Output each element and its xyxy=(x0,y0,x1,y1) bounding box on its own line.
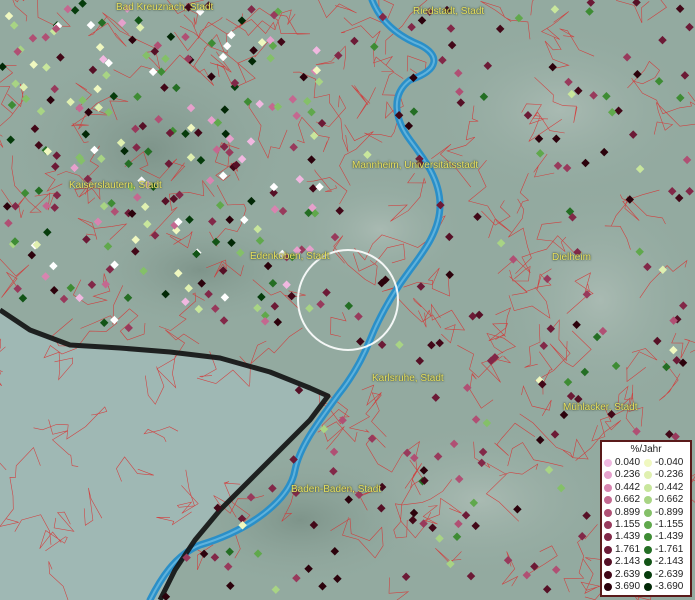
city-label-baden-baden: Baden-Baden, Stadt xyxy=(291,484,382,495)
legend-value: 0.899 xyxy=(615,506,641,518)
city-label-bad-kreuznach: Bad Kreuznach, Stadt xyxy=(116,2,214,13)
legend-swatch xyxy=(644,545,652,554)
legend-value: -1.155 xyxy=(655,519,684,530)
legend-value: -0.662 xyxy=(655,494,684,506)
legend-swatch xyxy=(604,570,612,579)
legend-value: -1.761 xyxy=(655,543,684,555)
city-label-edenkoben: Edenkoben, Stadt xyxy=(250,251,330,262)
legend-swatch xyxy=(604,583,612,591)
legend-row-positive: 1.761 xyxy=(604,544,640,556)
legend-row-positive: 0.662 xyxy=(604,494,640,506)
legend-row-negative: -2.143 xyxy=(644,556,683,568)
legend-swatch xyxy=(604,459,612,467)
legend-swatch xyxy=(644,521,652,529)
legend-value: 3.690 xyxy=(615,581,641,592)
legend-row-positive: 1.155 xyxy=(604,519,640,531)
city-label-mannheim: Mannheim, Universitätsstadt xyxy=(352,160,479,171)
legend-value: 1.761 xyxy=(615,543,641,555)
legend-row-negative: -0.236 xyxy=(644,469,683,481)
legend-row-negative: -1.439 xyxy=(644,531,683,543)
legend-value: -0.236 xyxy=(655,469,684,481)
legend-row-negative: -3.690 xyxy=(644,581,683,593)
legend-swatch xyxy=(644,558,652,567)
legend-swatch xyxy=(644,471,652,480)
legend-value: -0.040 xyxy=(655,457,684,468)
legend-row-positive: 0.899 xyxy=(604,507,640,519)
legend-row-positive: 2.143 xyxy=(604,556,640,568)
legend-swatch xyxy=(604,533,612,542)
map-canvas[interactable] xyxy=(0,0,695,600)
legend-row-positive: 0.442 xyxy=(604,482,640,494)
legend-value: 2.143 xyxy=(615,556,641,568)
legend-value: -1.439 xyxy=(655,531,684,543)
city-label-muehlacker: Mühlacker, Stadt xyxy=(563,402,638,413)
city-label-dielheim: Dielheim xyxy=(552,252,591,263)
city-label-karlsruhe: Karlsruhe, Stadt xyxy=(372,373,444,384)
legend-swatch xyxy=(604,545,612,554)
legend-row-negative: -0.442 xyxy=(644,482,683,494)
legend-row-positive: 2.639 xyxy=(604,569,640,581)
legend-swatch xyxy=(644,496,652,505)
legend-row-negative: -1.761 xyxy=(644,544,683,556)
legend-row-negative: -2.639 xyxy=(644,569,683,581)
legend-swatch xyxy=(604,483,612,492)
legend-row-negative: -0.040 xyxy=(644,457,683,469)
legend-swatch xyxy=(604,508,612,517)
legend-row-positive: 0.236 xyxy=(604,469,640,481)
legend-value: 0.662 xyxy=(615,494,641,506)
legend-row-positive: 0.040 xyxy=(604,457,640,469)
legend-value: 1.439 xyxy=(615,531,641,543)
legend-row-positive: 1.439 xyxy=(604,531,640,543)
legend-row-positive: 3.690 xyxy=(604,581,640,593)
legend-swatch xyxy=(644,570,652,579)
legend-value: 1.155 xyxy=(615,519,641,530)
legend-value: 0.040 xyxy=(615,457,641,468)
legend-row-negative: -0.662 xyxy=(644,494,683,506)
legend-value: 0.236 xyxy=(615,469,641,481)
legend-value: -0.899 xyxy=(655,506,684,518)
legend-swatch xyxy=(644,533,652,542)
legend-swatch xyxy=(604,521,612,529)
legend-value: -0.442 xyxy=(655,481,684,493)
legend-swatch xyxy=(644,459,652,467)
legend-value: -3.690 xyxy=(655,581,684,592)
legend-value: 0.442 xyxy=(615,481,641,493)
legend-swatch xyxy=(644,508,652,517)
city-label-riedstadt: Riedstadt, Stadt xyxy=(413,6,485,17)
legend-row-negative: -1.155 xyxy=(644,519,683,531)
legend-swatch xyxy=(604,471,612,480)
legend-title: %/Jahr xyxy=(630,444,662,455)
legend-swatch xyxy=(604,496,612,505)
legend-value: 2.639 xyxy=(615,568,641,580)
legend-value: -2.143 xyxy=(655,556,684,568)
legend: %/Jahr 0.040 0.236 0.442 0.662 0.899 1.155 1.4… xyxy=(600,440,692,597)
legend-swatch xyxy=(604,558,612,567)
city-label-kaiserslautern: Kaiserslautern, Stadt xyxy=(69,180,162,191)
legend-swatch xyxy=(644,483,652,492)
legend-row-negative: -0.899 xyxy=(644,507,683,519)
legend-swatch xyxy=(644,583,652,591)
legend-value: -2.639 xyxy=(655,568,684,580)
